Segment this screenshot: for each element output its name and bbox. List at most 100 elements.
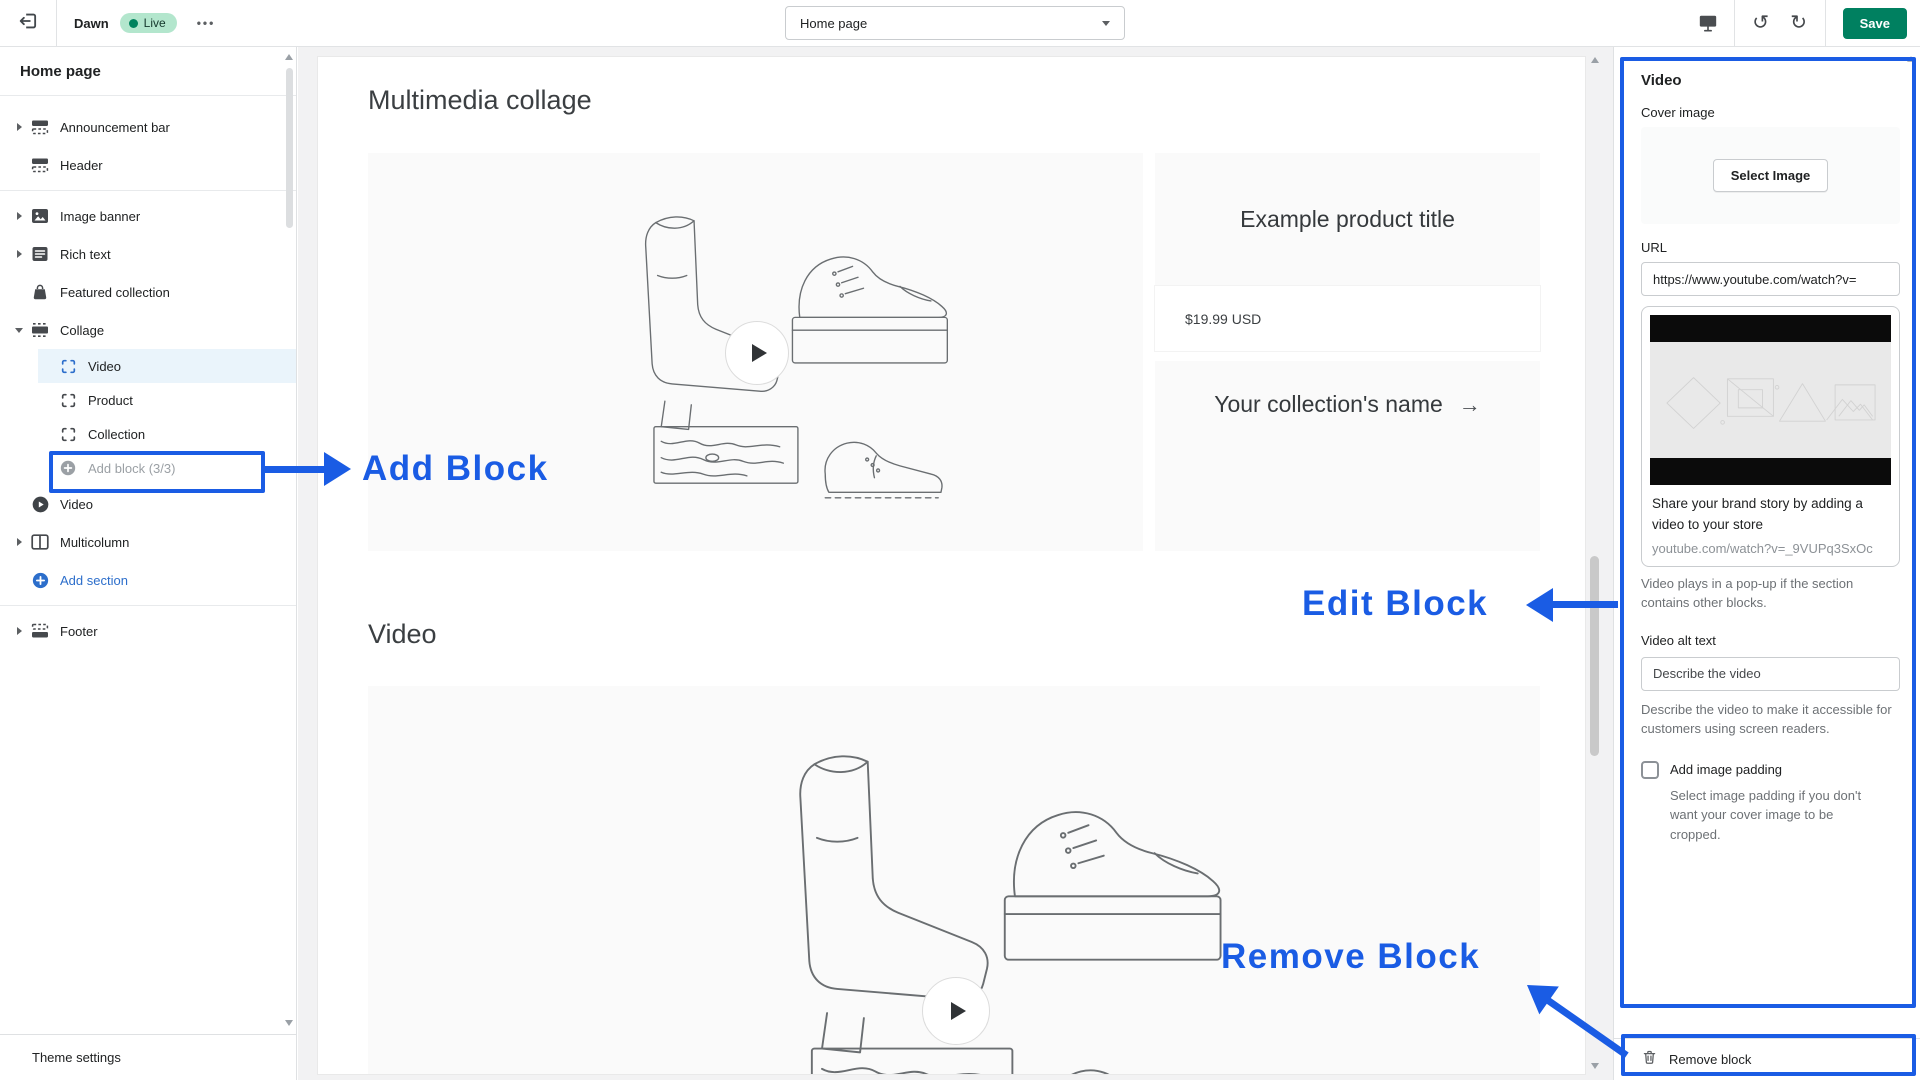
video-alt-label: Video alt text [1641,633,1900,648]
sidebar-item-featured-collection[interactable]: Featured collection [0,273,296,311]
header-icon [30,157,50,173]
sidebar-item-label: Header [60,158,103,173]
sidebar-item-video-section[interactable]: Video [0,485,296,523]
block-brackets-icon [58,393,78,408]
cover-image-dropzone[interactable]: Select Image [1641,127,1900,224]
redo-button[interactable]: ↻ [1780,13,1818,33]
scroll-down-icon[interactable] [1591,1063,1599,1069]
page-selector-dropdown[interactable]: Home page [785,6,1125,40]
scroll-up-icon[interactable] [1591,57,1599,63]
featured-collection-icon [30,284,50,300]
collection-title: Your collection's name [1214,391,1443,418]
collage-video-tile[interactable] [368,153,1143,551]
block-brackets-icon [58,359,78,374]
panel-content: Video Cover image Select Image URL [1641,46,1900,1038]
arrow-right-icon: → [1459,392,1481,418]
chevron-right-icon[interactable] [12,212,26,220]
chevron-right-icon[interactable] [12,250,26,258]
cover-image-label: Cover image [1641,105,1900,120]
storefront-page: Multimedia collage Example product title… [318,57,1585,1074]
live-badge-label: Live [144,16,166,30]
more-options-icon[interactable]: ••• [197,16,216,30]
video-card-caption: Share your brand story by adding a video… [1652,494,1889,536]
save-button[interactable]: Save [1843,8,1907,39]
collage-icon [30,322,50,338]
sidebar-item-collage[interactable]: Collage [0,311,296,349]
sidebar-item-label: Video [60,497,93,512]
undo-button[interactable]: ↺ [1742,13,1780,33]
collection-link[interactable]: Your collection's name → [1155,391,1540,418]
select-image-button[interactable]: Select Image [1713,159,1829,192]
block-settings-panel: Video Cover image Select Image URL [1613,46,1920,1080]
video-alt-input[interactable] [1641,657,1900,691]
desktop-preview-button[interactable] [1689,13,1727,33]
video-thumbnail [1650,315,1891,485]
alt-help-text: Describe the video to make it accessible… [1641,700,1900,739]
divider [0,190,296,191]
trash-icon [1641,1048,1658,1071]
sidebar-item-collection-block[interactable]: Collection [0,417,296,451]
redo-icon: ↻ [1790,13,1807,33]
collection-card[interactable]: Your collection's name → [1155,361,1540,551]
chevron-right-icon[interactable] [12,123,26,131]
scroll-up-icon[interactable] [285,54,293,60]
panel-title: Video [1641,72,1900,89]
sidebar-item-announcement-bar[interactable]: Announcement bar [0,108,296,146]
footer-icon [30,623,50,639]
monitor-icon [1704,27,1710,31]
exit-editor-button[interactable] [0,0,57,46]
top-bar: Dawn Live ••• Home page ↺ ↻ Save [0,0,1920,47]
sidebar-section-list: Announcement bar Header Image banner Ric… [0,96,296,650]
play-button[interactable] [725,321,789,385]
add-circle-blue-icon [30,572,50,589]
sidebar-item-add-section[interactable]: Add section [0,561,296,599]
scroll-up-icon[interactable] [1907,56,1915,62]
chevron-right-icon[interactable] [12,538,26,546]
sidebar-item-add-block[interactable]: Add block (3/3) [0,451,296,485]
sidebar-title: Home page [0,46,296,96]
sidebar-item-product-block[interactable]: Product [0,383,296,417]
sidebar-item-rich-text[interactable]: Rich text [0,235,296,273]
scrollbar-thumb[interactable] [1590,556,1599,756]
topbar-left-group: Dawn Live ••• [0,0,215,46]
scroll-down-icon[interactable] [285,1020,293,1026]
sections-sidebar: Home page Announcement bar Header Image … [0,46,297,1080]
video-section-tile[interactable] [368,686,1540,1074]
product-price: $19.99 USD [1185,311,1261,327]
product-title: Example product title [1240,206,1455,233]
remove-block-button[interactable]: Remove block [1614,1038,1920,1080]
sidebar-item-header[interactable]: Header [0,146,296,184]
sidebar-item-label: Rich text [60,247,111,262]
sidebar-item-label: Featured collection [60,285,170,300]
page-selector-value: Home page [800,16,867,31]
live-dot-icon [129,19,138,28]
live-badge: Live [120,13,177,33]
preview-scrollbar[interactable] [1587,49,1602,1077]
padding-help-text: Select image padding if you don't want y… [1670,786,1875,845]
video-section-heading: Video [368,619,437,650]
chevron-right-icon[interactable] [12,627,26,635]
sidebar-item-video-block[interactable]: Video [0,349,296,383]
product-card[interactable]: Example product title [1155,153,1540,286]
sidebar-item-label: Product [88,393,133,408]
sidebar-item-multicolumn[interactable]: Multicolumn [0,523,296,561]
theme-settings-button[interactable]: Theme settings [0,1034,296,1080]
sidebar-item-label: Add section [60,573,128,588]
sidebar-item-label: Collage [60,323,104,338]
collage-section-heading: Multimedia collage [368,85,592,116]
announcement-bar-icon [30,119,50,135]
checkbox-unchecked[interactable] [1641,761,1659,779]
theme-preview-area: Multimedia collage Example product title… [298,46,1613,1080]
chevron-down-icon[interactable] [12,328,26,333]
thumbnail-sketch [1650,346,1891,454]
add-image-padding-row[interactable]: Add image padding [1641,761,1900,779]
sidebar-item-footer[interactable]: Footer [0,612,296,650]
sidebar-scrollbar[interactable] [283,46,296,1034]
sidebar-item-image-banner[interactable]: Image banner [0,197,296,235]
undo-icon: ↺ [1752,13,1769,33]
play-button[interactable] [922,977,990,1045]
video-url-input[interactable] [1641,262,1900,296]
video-play-icon [30,496,50,513]
video-suggestion-card[interactable]: Share your brand story by adding a video… [1641,306,1900,567]
scrollbar-thumb[interactable] [286,68,293,228]
